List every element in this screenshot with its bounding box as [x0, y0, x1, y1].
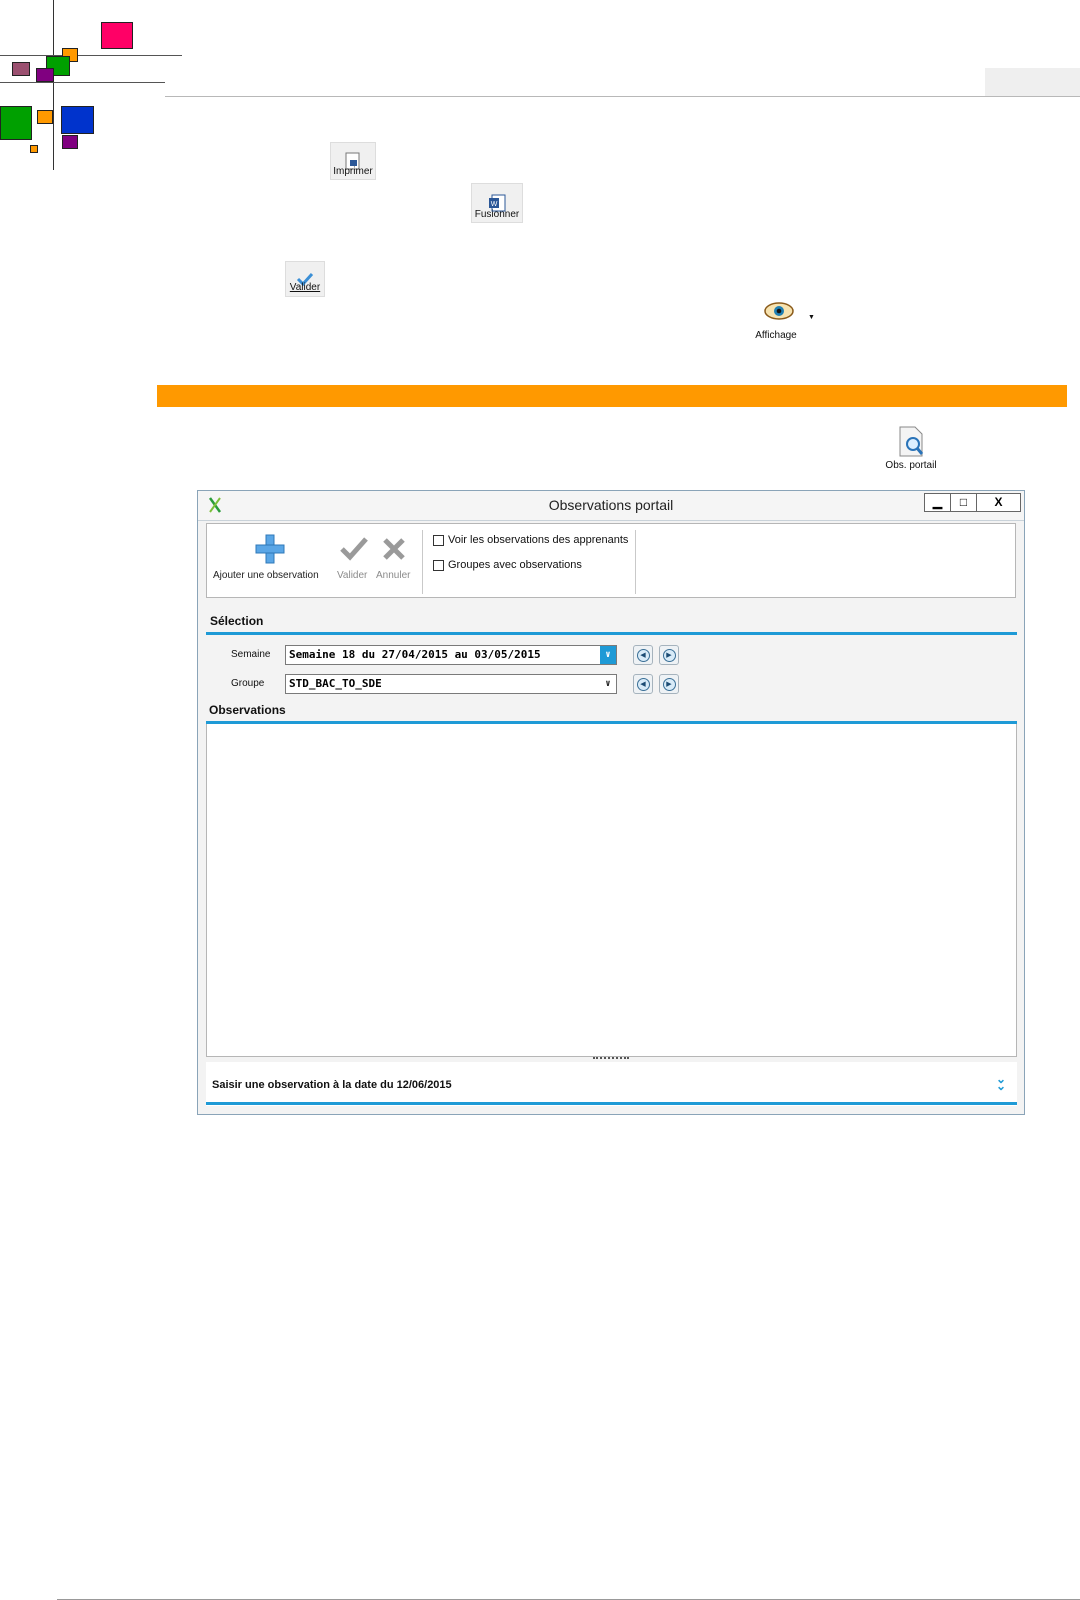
chevron-down-icon[interactable]: ∨	[600, 646, 616, 664]
arrow-left-icon: ◀	[636, 648, 650, 662]
checkbox-groupes-avec-observations[interactable]: Groupes avec observations	[433, 559, 582, 571]
affichage-label: Affichage	[755, 330, 797, 341]
window-title-bar[interactable]: Observations portail ▁ □ X	[198, 491, 1024, 521]
add-observation-label: Ajouter une observation	[213, 570, 319, 581]
header-tab	[985, 68, 1080, 96]
eye-icon	[759, 300, 799, 326]
checkbox-box[interactable]	[433, 559, 444, 571]
groupe-select[interactable]: STD_BAC_TO_SDE ∨	[285, 674, 617, 694]
affichage-button[interactable]: Affichage ▼	[748, 300, 815, 341]
cross-icon	[381, 536, 407, 562]
semaine-previous-button[interactable]: ◀	[633, 645, 653, 665]
valider-label: Valider	[289, 282, 321, 293]
groupe-selected-value: STD_BAC_TO_SDE	[289, 677, 382, 690]
semaine-label: Semaine	[231, 649, 271, 660]
logo-square-blue	[61, 106, 94, 134]
checkbox-box[interactable]	[433, 534, 444, 546]
observations-list-area[interactable]	[206, 724, 1017, 1057]
logo-square-green-large	[0, 106, 32, 140]
chevron-down-icon[interactable]: ∨	[600, 675, 616, 693]
logo-horizontal-line-bottom	[0, 82, 165, 83]
window-toolbar: Ajouter une observation Valider Annuler …	[206, 523, 1016, 598]
semaine-select[interactable]: Semaine 18 du 27/04/2015 au 03/05/2015 ∨	[285, 645, 617, 665]
logo-square-mauve	[12, 62, 30, 76]
maximize-button[interactable]: □	[950, 493, 977, 512]
check-icon	[339, 536, 369, 562]
groupe-previous-button[interactable]: ◀	[633, 674, 653, 694]
cancel-label: Annuler	[376, 570, 411, 581]
footer-section-underline	[206, 1102, 1017, 1105]
logo-square-orange-mid	[37, 110, 53, 124]
semaine-next-button[interactable]: ▶	[659, 645, 679, 665]
dropdown-arrow-icon: ▼	[808, 314, 815, 321]
logo-vertical-line	[53, 0, 54, 170]
document-search-icon	[896, 426, 926, 458]
header-rule	[165, 96, 1080, 97]
semaine-selected-value: Semaine 18 du 27/04/2015 au 03/05/2015	[289, 648, 541, 661]
groupe-label: Groupe	[231, 678, 265, 689]
validate-button[interactable]: Valider	[334, 526, 372, 588]
checkbox-label: Groupes avec observations	[448, 559, 582, 571]
selection-section-underline	[206, 632, 1017, 635]
imprimer-button[interactable]: Imprimer	[329, 142, 377, 180]
cancel-button[interactable]: Annuler	[374, 526, 414, 588]
footer-section-title: Saisir une observation à la date du 12/0…	[212, 1079, 452, 1091]
imprimer-label: Imprimer	[333, 166, 373, 177]
plus-icon	[255, 534, 285, 564]
observations-section-title: Observations	[209, 703, 286, 717]
toolbar-separator-1	[422, 530, 423, 594]
selection-section-title: Sélection	[210, 614, 264, 628]
validate-label: Valider	[337, 570, 368, 581]
orange-header-bar	[157, 385, 1067, 407]
checkbox-voir-observations-apprenants[interactable]: Voir les observations des apprenants	[433, 534, 628, 546]
logo-square-pink	[101, 22, 133, 49]
fusionner-button[interactable]: W Fusionner	[470, 183, 524, 223]
add-observation-button[interactable]: Ajouter une observation	[211, 526, 331, 588]
svg-text:W: W	[491, 201, 498, 208]
obs-portail-label: Obs. portail	[885, 460, 937, 471]
logo-horizontal-line-top	[0, 55, 182, 56]
double-chevron-down-icon[interactable]: ⌄ ⌄	[996, 1073, 1006, 1092]
observations-portail-window: Observations portail ▁ □ X Ajouter une o…	[197, 490, 1025, 1115]
window-title: Observations portail	[548, 497, 674, 513]
obs-portail-button[interactable]: Obs. portail	[878, 426, 944, 471]
arrow-left-icon: ◀	[636, 677, 650, 691]
logo-square-orange-tiny	[30, 145, 38, 153]
logo-square-purple-bottom	[62, 135, 78, 149]
minimize-button[interactable]: ▁	[924, 493, 951, 512]
logo-square-purple-top	[36, 68, 54, 82]
fusionner-label: Fusionner	[474, 209, 520, 220]
arrow-right-icon: ▶	[662, 677, 676, 691]
close-button[interactable]: X	[976, 493, 1021, 512]
checkbox-label: Voir les observations des apprenants	[448, 534, 629, 546]
arrow-right-icon: ▶	[662, 648, 676, 662]
toolbar-separator-2	[635, 530, 636, 594]
groupe-next-button[interactable]: ▶	[659, 674, 679, 694]
valider-button[interactable]: Valider	[284, 261, 326, 297]
